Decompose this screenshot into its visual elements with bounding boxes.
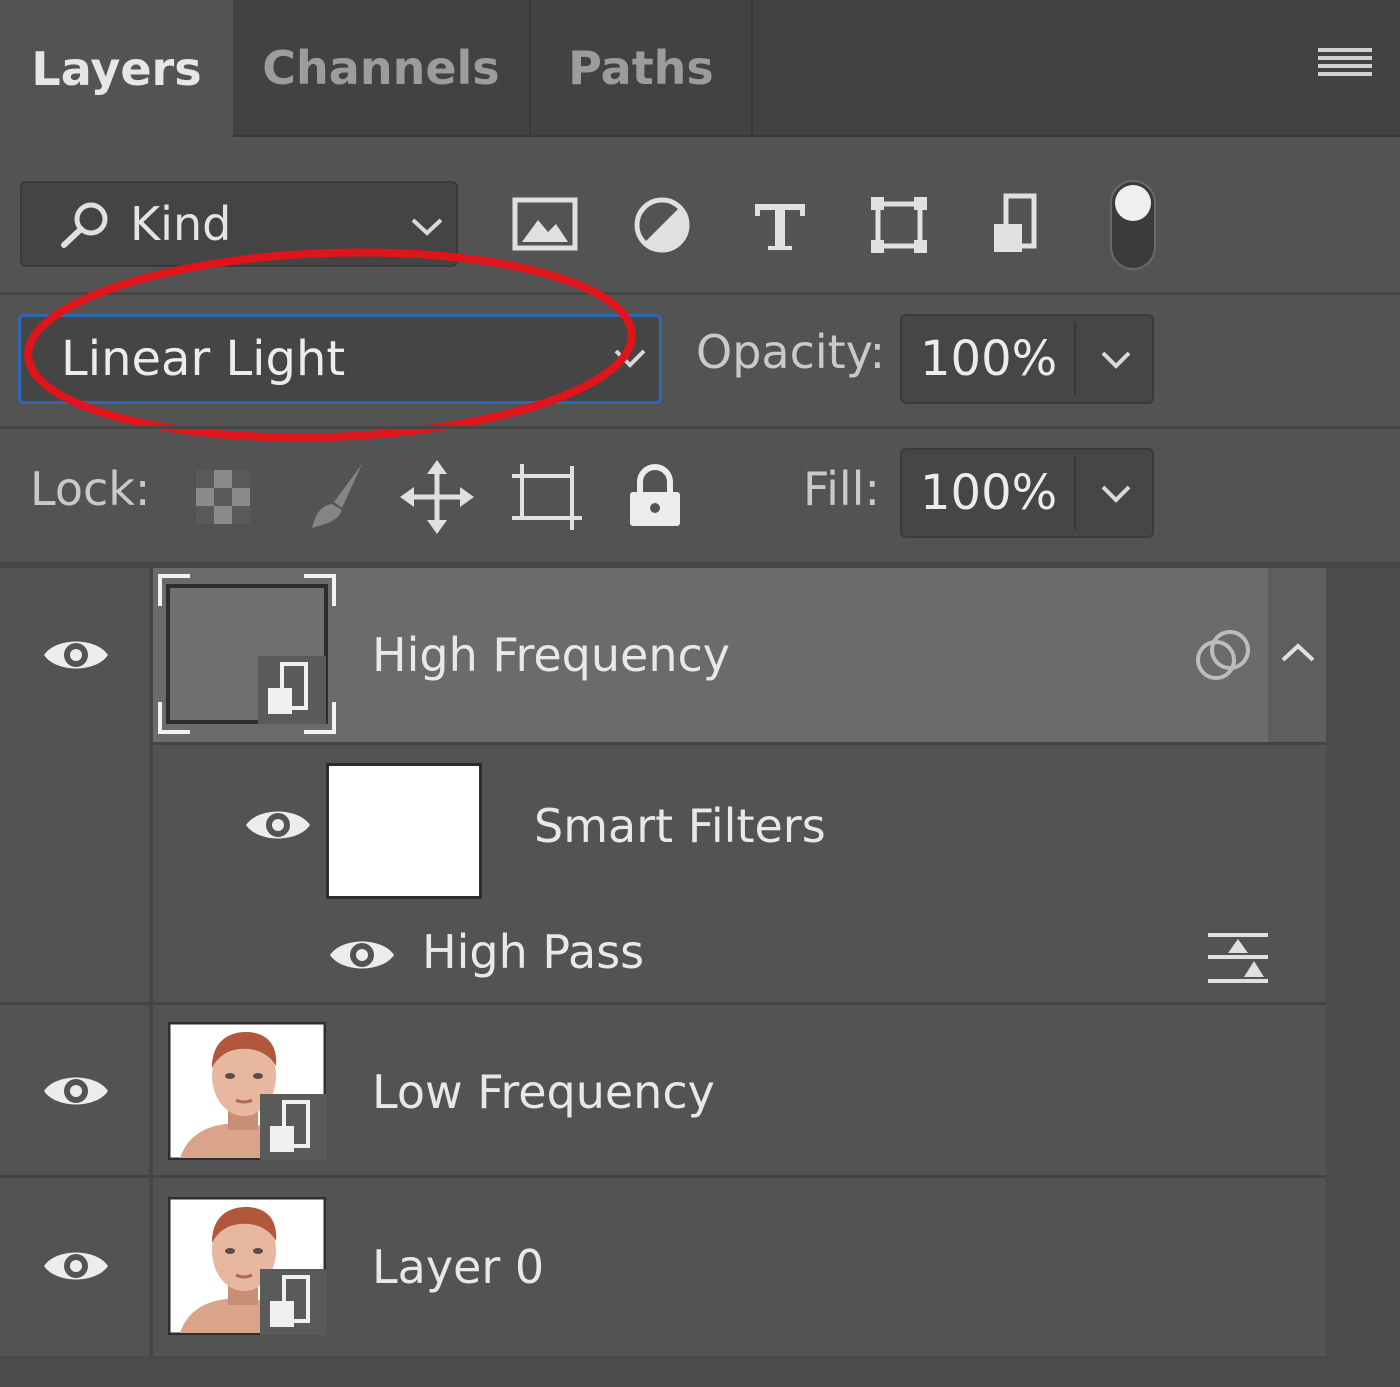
filter-blending-options-icon[interactable] <box>1204 931 1272 987</box>
lock-artboard-icon[interactable] <box>508 458 586 536</box>
lock-all-icon[interactable] <box>616 458 694 536</box>
layer-thumbnail-low-frequency[interactable] <box>167 1021 327 1161</box>
chevron-down-icon <box>1101 351 1131 369</box>
panel-bottom-strip <box>0 1356 1400 1387</box>
layer-thumbnail-high-frequency[interactable] <box>158 574 336 734</box>
tab-channels[interactable]: Channels <box>233 0 531 135</box>
layer-name[interactable]: High Frequency <box>372 628 730 682</box>
tab-paths-label: Paths <box>568 40 714 95</box>
filter-toggle-switch[interactable] <box>1110 180 1156 270</box>
opacity-field[interactable]: 100% <box>900 314 1154 404</box>
panel-menu-icon[interactable] <box>1318 48 1372 86</box>
eye-icon[interactable] <box>40 1242 112 1290</box>
annotation-ellipse <box>24 248 636 442</box>
lock-label: Lock: <box>30 462 151 516</box>
eye-icon[interactable] <box>40 1067 112 1115</box>
layers-list: High Frequency Smart Filters High Pass L… <box>0 568 1326 1356</box>
eye-icon[interactable] <box>242 801 314 849</box>
layer-name[interactable]: Low Frequency <box>372 1065 715 1119</box>
filter-name[interactable]: High Pass <box>422 925 644 979</box>
smart-filter-mask-thumbnail[interactable] <box>326 763 482 899</box>
collapse-chevron-up-icon[interactable] <box>1278 638 1318 668</box>
layer-thumbnail-layer-0[interactable] <box>167 1196 327 1336</box>
eye-icon[interactable] <box>326 931 398 979</box>
search-icon <box>61 202 108 248</box>
fill-label: Fill: <box>803 462 880 516</box>
layer-row-smart-filters[interactable]: Smart Filters <box>0 745 1326 905</box>
smart-object-badge-icon <box>260 1269 326 1335</box>
layer-row-high-frequency[interactable]: High Frequency <box>0 568 1326 742</box>
opacity-dropdown[interactable] <box>1078 316 1152 402</box>
opacity-value[interactable]: 100% <box>920 316 1057 402</box>
layer-name[interactable]: Layer 0 <box>372 1240 544 1294</box>
tab-layers-label: Layers <box>31 41 202 96</box>
fill-value[interactable]: 100% <box>920 450 1057 536</box>
layer-row-low-frequency[interactable]: Low Frequency <box>0 1005 1326 1175</box>
type-layer-filter-icon[interactable] <box>745 190 815 260</box>
separator <box>0 426 1400 429</box>
lock-image-pixels-icon[interactable] <box>298 458 376 536</box>
fill-dropdown[interactable] <box>1078 450 1152 536</box>
smart-filter-link-icon <box>1196 630 1250 680</box>
chevron-down-icon <box>1101 485 1131 503</box>
shape-layer-filter-icon[interactable] <box>864 190 934 260</box>
layer-row-layer-0[interactable]: Layer 0 <box>0 1178 1326 1354</box>
tab-paths[interactable]: Paths <box>531 0 753 135</box>
smart-object-filter-icon[interactable] <box>984 190 1054 260</box>
chevron-down-icon <box>411 218 443 236</box>
opacity-label: Opacity: <box>696 325 886 379</box>
separator <box>149 742 153 1004</box>
lock-transparent-pixels-icon[interactable] <box>186 458 264 536</box>
separator <box>149 568 153 742</box>
tab-channels-label: Channels <box>262 40 500 95</box>
smart-object-badge-icon <box>260 1094 326 1160</box>
filter-row-high-pass[interactable]: High Pass <box>0 905 1326 1001</box>
smart-object-badge-icon <box>258 656 326 724</box>
tab-layers[interactable]: Layers <box>0 0 233 137</box>
eye-icon[interactable] <box>40 631 112 679</box>
layers-scrollbar[interactable] <box>1326 568 1400 1356</box>
fill-field[interactable]: 100% <box>900 448 1154 538</box>
lock-position-icon[interactable] <box>398 458 476 536</box>
layer-name[interactable]: Smart Filters <box>534 799 826 853</box>
separator <box>149 1002 153 1356</box>
